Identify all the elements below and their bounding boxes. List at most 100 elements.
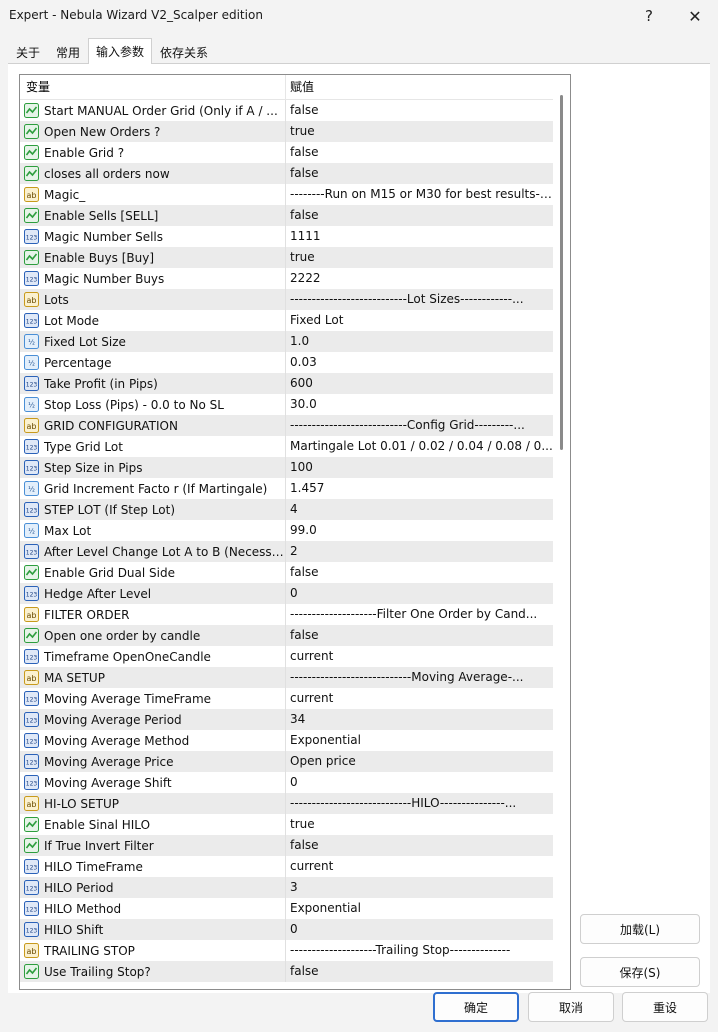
variable-cell[interactable]: ab GRID CONFIGURATION <box>20 415 286 436</box>
value-cell[interactable]: 0 <box>286 919 553 940</box>
table-row[interactable]: closes all orders now false <box>20 163 553 184</box>
table-row[interactable]: ab GRID CONFIGURATION --------------------… <box>20 415 553 436</box>
table-row[interactable]: 123 HILO Shift 0 <box>20 919 553 940</box>
table-row[interactable]: 123 Moving Average Price Open price <box>20 751 553 772</box>
value-cell[interactable]: ---------------------------Config Grid--… <box>286 415 553 436</box>
variable-cell[interactable]: Enable Grid Dual Side <box>20 562 286 583</box>
table-row[interactable]: 123 Magic Number Sells 1111 <box>20 226 553 247</box>
table-row[interactable]: 123 Hedge After Level 0 <box>20 583 553 604</box>
table-row[interactable]: ab FILTER ORDER --------------------Filter… <box>20 604 553 625</box>
value-cell[interactable]: Martingale Lot 0.01 / 0.02 / 0.04 / 0.08… <box>286 436 553 457</box>
variable-cell[interactable]: 123 Magic Number Sells <box>20 226 286 247</box>
value-cell[interactable]: --------------------Filter One Order by … <box>286 604 553 625</box>
variable-cell[interactable]: 123 HILO Method <box>20 898 286 919</box>
variable-cell[interactable]: 123 HILO Shift <box>20 919 286 940</box>
variable-cell[interactable]: 123 Take Profit (in Pips) <box>20 373 286 394</box>
value-cell[interactable]: ----------------------------Moving Avera… <box>286 667 553 688</box>
table-row[interactable]: ab HI-LO SETUP ---------------------------… <box>20 793 553 814</box>
variable-cell[interactable]: 123 Type Grid Lot <box>20 436 286 457</box>
value-cell[interactable]: 2222 <box>286 268 553 289</box>
help-button[interactable]: ? <box>626 0 672 32</box>
variable-cell[interactable]: ½ Fixed Lot Size <box>20 331 286 352</box>
table-row[interactable]: Use Trailing Stop? false <box>20 961 553 982</box>
value-cell[interactable]: 0.03 <box>286 352 553 373</box>
table-row[interactable]: ab MA SETUP ----------------------------Mo… <box>20 667 553 688</box>
variable-cell[interactable]: If True Invert Filter <box>20 835 286 856</box>
tab-inputs[interactable]: 输入参数 <box>88 38 153 64</box>
variable-cell[interactable]: 123 Lot Mode <box>20 310 286 331</box>
variable-cell[interactable]: Enable Buys [Buy] <box>20 247 286 268</box>
variable-cell[interactable]: 123 Moving Average Period <box>20 709 286 730</box>
variable-cell[interactable]: 123 Moving Average Shift <box>20 772 286 793</box>
table-row[interactable]: 123 Moving Average Period 34 <box>20 709 553 730</box>
variable-cell[interactable]: ½ Percentage <box>20 352 286 373</box>
variable-cell[interactable]: Enable Sells [SELL] <box>20 205 286 226</box>
variable-cell[interactable]: 123 Timeframe OpenOneCandle <box>20 646 286 667</box>
value-cell[interactable]: false <box>286 625 553 646</box>
variable-cell[interactable]: Enable Grid ? <box>20 142 286 163</box>
variable-cell[interactable]: 123 Step Size in Pips <box>20 457 286 478</box>
value-cell[interactable]: false <box>286 142 553 163</box>
value-cell[interactable]: ---------------------------Lot Sizes----… <box>286 289 553 310</box>
variable-cell[interactable]: ab TRAILING STOP <box>20 940 286 961</box>
value-cell[interactable]: 4 <box>286 499 553 520</box>
variable-cell[interactable]: ab Lots <box>20 289 286 310</box>
variable-cell[interactable]: 123 Magic Number Buys <box>20 268 286 289</box>
table-row[interactable]: 123 STEP LOT (If Step Lot) 4 <box>20 499 553 520</box>
value-cell[interactable]: false <box>286 163 553 184</box>
value-cell[interactable]: true <box>286 247 553 268</box>
table-row[interactable]: Enable Grid ? false <box>20 142 553 163</box>
table-row[interactable]: ½ Max Lot 99.0 <box>20 520 553 541</box>
value-cell[interactable]: 1.457 <box>286 478 553 499</box>
value-cell[interactable]: false <box>286 100 553 121</box>
variable-cell[interactable]: 123 Moving Average TimeFrame <box>20 688 286 709</box>
table-row[interactable]: ½ Percentage 0.03 <box>20 352 553 373</box>
variable-cell[interactable]: Open New Orders ? <box>20 121 286 142</box>
value-cell[interactable]: current <box>286 646 553 667</box>
reset-button[interactable]: 重设 <box>622 992 708 1022</box>
value-cell[interactable]: 0 <box>286 772 553 793</box>
variable-cell[interactable]: Use Trailing Stop? <box>20 961 286 982</box>
save-button[interactable]: 保存(S) <box>580 957 700 987</box>
cancel-button[interactable]: 取消 <box>528 992 614 1022</box>
variable-cell[interactable]: ½ Stop Loss (Pips) - 0.0 to No SL <box>20 394 286 415</box>
variable-cell[interactable]: 123 STEP LOT (If Step Lot) <box>20 499 286 520</box>
variable-cell[interactable]: 123 Hedge After Level <box>20 583 286 604</box>
value-cell[interactable]: false <box>286 205 553 226</box>
variable-cell[interactable]: Enable Sinal HILO <box>20 814 286 835</box>
value-cell[interactable]: false <box>286 835 553 856</box>
variable-cell[interactable]: ab FILTER ORDER <box>20 604 286 625</box>
value-cell[interactable]: Fixed Lot <box>286 310 553 331</box>
table-row[interactable]: Enable Sinal HILO true <box>20 814 553 835</box>
variable-cell[interactable]: 123 HILO Period <box>20 877 286 898</box>
table-row[interactable]: 123 HILO Method Exponential <box>20 898 553 919</box>
table-row[interactable]: Enable Grid Dual Side false <box>20 562 553 583</box>
value-cell[interactable]: false <box>286 562 553 583</box>
value-cell[interactable]: 600 <box>286 373 553 394</box>
value-cell[interactable]: true <box>286 814 553 835</box>
table-row[interactable]: ½ Stop Loss (Pips) - 0.0 to No SL 30.0 <box>20 394 553 415</box>
tab-common[interactable]: 常用 <box>48 40 88 64</box>
tab-about[interactable]: 关于 <box>8 40 48 64</box>
value-cell[interactable]: 1.0 <box>286 331 553 352</box>
variable-cell[interactable]: 123 HILO TimeFrame <box>20 856 286 877</box>
tab-dependencies[interactable]: 依存关系 <box>152 40 216 64</box>
table-row[interactable]: 123 After Level Change Lot A to B (Necess… <box>20 541 553 562</box>
table-row[interactable]: ab TRAILING STOP --------------------Trail… <box>20 940 553 961</box>
value-cell[interactable]: current <box>286 688 553 709</box>
table-row[interactable]: 123 Moving Average Shift 0 <box>20 772 553 793</box>
value-cell[interactable]: 3 <box>286 877 553 898</box>
value-cell[interactable]: current <box>286 856 553 877</box>
value-cell[interactable]: true <box>286 121 553 142</box>
table-row[interactable]: ab Lots ---------------------------Lot Siz… <box>20 289 553 310</box>
value-cell[interactable]: --------------------Trailing Stop-------… <box>286 940 553 961</box>
scrollbar-thumb[interactable] <box>560 95 563 450</box>
variable-cell[interactable]: ab HI-LO SETUP <box>20 793 286 814</box>
ok-button[interactable]: 确定 <box>433 992 519 1022</box>
table-row[interactable]: 123 HILO Period 3 <box>20 877 553 898</box>
vertical-scrollbar[interactable] <box>553 75 570 989</box>
value-cell[interactable]: ----------------------------HILO--------… <box>286 793 553 814</box>
table-row[interactable]: 123 Step Size in Pips 100 <box>20 457 553 478</box>
variable-cell[interactable]: 123 Moving Average Price <box>20 751 286 772</box>
table-row[interactable]: 123 Magic Number Buys 2222 <box>20 268 553 289</box>
